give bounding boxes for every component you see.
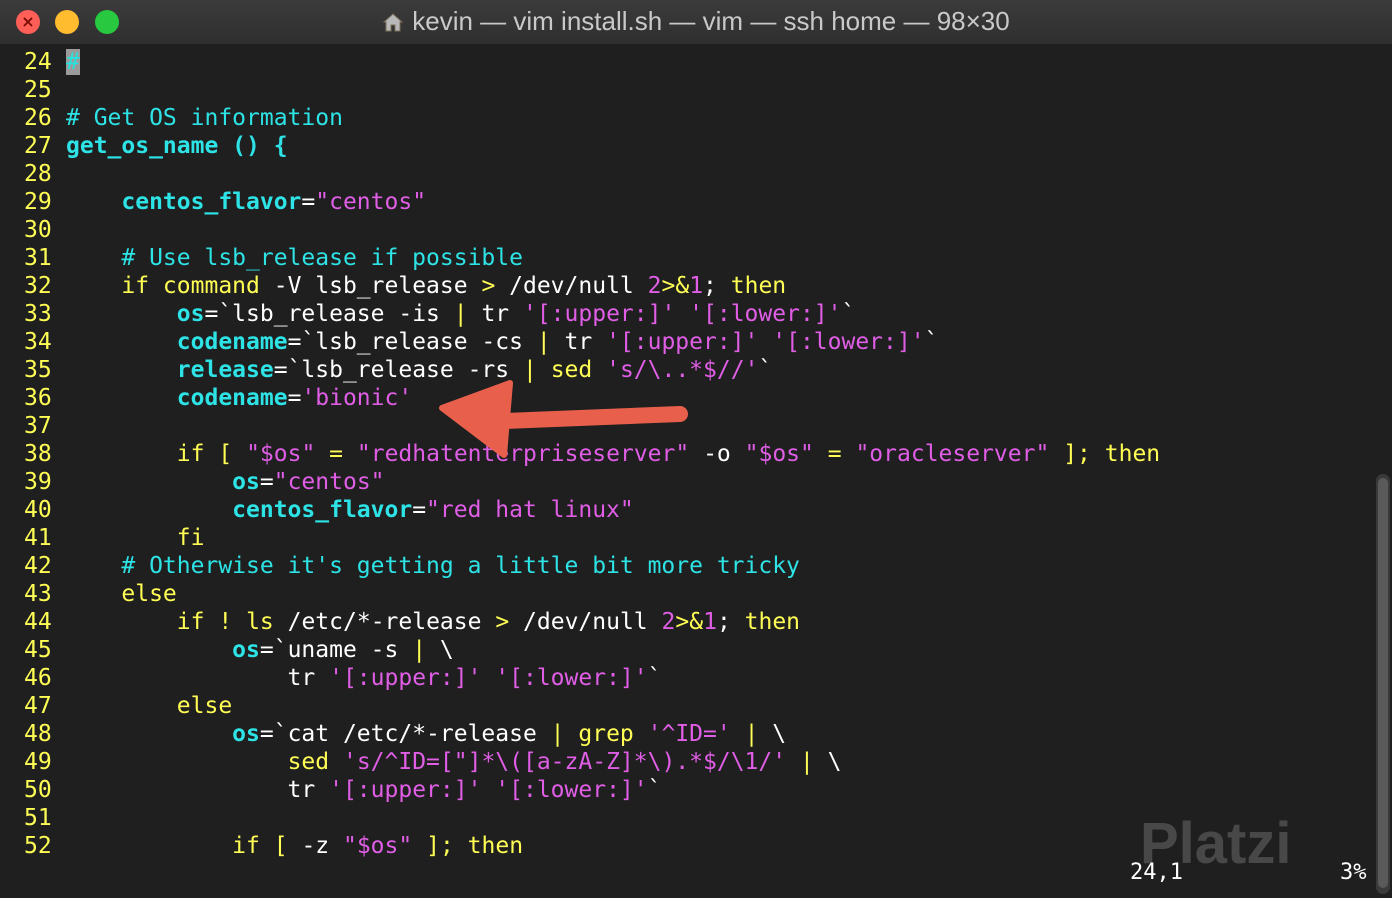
scroll-percent: 3%: [1340, 860, 1367, 885]
annotation-arrow: [439, 380, 688, 458]
terminal-window: × kevin — vim install.sh — vim — ssh hom…: [0, 0, 1392, 898]
cursor-position: 24,1: [1130, 860, 1183, 885]
scrollbar-thumb[interactable]: [1378, 478, 1388, 888]
scrollbar[interactable]: [1376, 474, 1390, 894]
